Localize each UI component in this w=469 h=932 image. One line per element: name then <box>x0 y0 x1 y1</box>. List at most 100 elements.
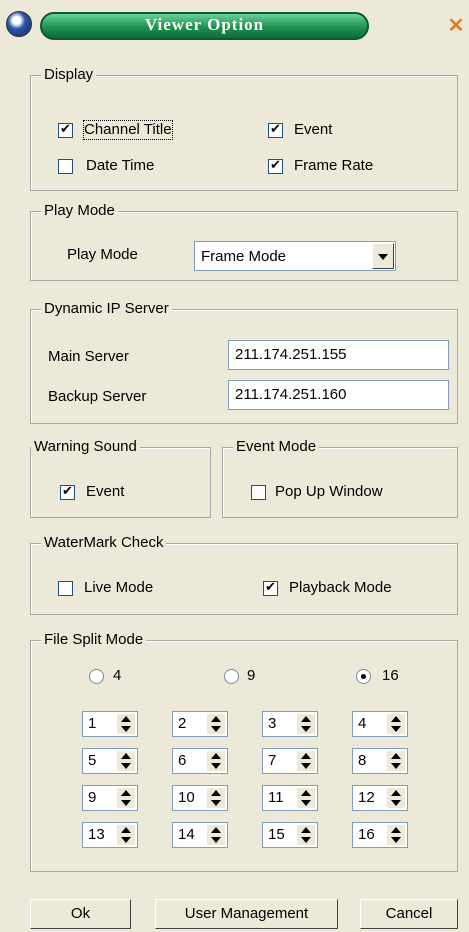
spinner-value: 13 <box>88 826 105 843</box>
channel-spinner[interactable]: 2 <box>172 711 228 737</box>
dynamic-ip-legend: Dynamic IP Server <box>41 300 172 318</box>
channel-spinner[interactable]: 8 <box>352 748 408 774</box>
channel-spinner[interactable]: 12 <box>352 785 408 811</box>
spin-up-icon[interactable] <box>297 788 315 798</box>
watermark-group: WaterMark Check Live Mode Playback Mode <box>30 534 458 615</box>
spin-up-icon[interactable] <box>297 714 315 724</box>
spinner-value: 15 <box>268 826 285 843</box>
channel-spinner[interactable]: 4 <box>352 711 408 737</box>
spin-down-icon[interactable] <box>117 798 135 808</box>
spinner-arrows[interactable] <box>117 825 135 845</box>
spin-down-icon[interactable] <box>207 798 225 808</box>
display-legend: Display <box>41 66 97 84</box>
spinner-arrows[interactable] <box>387 825 405 845</box>
channel-spinner[interactable]: 16 <box>352 822 408 848</box>
event-mode-group: Event Mode Pop Up Window <box>222 438 458 518</box>
split-4-radio[interactable] <box>89 669 104 684</box>
spin-down-icon[interactable] <box>297 798 315 808</box>
popup-window-checkbox[interactable] <box>251 485 266 500</box>
file-split-legend: File Split Mode <box>41 631 147 649</box>
warning-event-checkbox[interactable] <box>60 483 75 501</box>
playback-mode-checkbox[interactable] <box>263 579 278 597</box>
spin-down-icon[interactable] <box>387 835 405 845</box>
spin-up-icon[interactable] <box>387 788 405 798</box>
spin-down-icon[interactable] <box>297 761 315 771</box>
spin-up-icon[interactable] <box>207 788 225 798</box>
spinner-arrows[interactable] <box>387 714 405 734</box>
spin-down-icon[interactable] <box>117 724 135 734</box>
channel-title-checkbox[interactable] <box>58 121 73 139</box>
user-management-button[interactable]: User Management <box>155 899 338 929</box>
spin-down-icon[interactable] <box>207 724 225 734</box>
spin-down-icon[interactable] <box>297 835 315 845</box>
spin-up-icon[interactable] <box>117 825 135 835</box>
spinner-arrows[interactable] <box>207 825 225 845</box>
spin-up-icon[interactable] <box>297 751 315 761</box>
channel-spinner[interactable]: 5 <box>82 748 138 774</box>
spin-down-icon[interactable] <box>117 835 135 845</box>
spin-down-icon[interactable] <box>387 724 405 734</box>
ok-button[interactable]: Ok <box>30 899 131 929</box>
popup-window-label: Pop Up Window <box>275 483 383 500</box>
spin-down-icon[interactable] <box>387 798 405 808</box>
close-icon[interactable]: ✕ <box>446 16 466 36</box>
channel-spinner[interactable]: 7 <box>262 748 318 774</box>
spinner-arrows[interactable] <box>117 714 135 734</box>
main-server-value: 211.174.251.155 <box>235 346 347 363</box>
spin-up-icon[interactable] <box>297 825 315 835</box>
split-16-radio[interactable] <box>356 669 371 684</box>
channel-spinner[interactable]: 15 <box>262 822 318 848</box>
spinner-value: 10 <box>178 789 195 806</box>
spin-up-icon[interactable] <box>207 825 225 835</box>
spinner-arrows[interactable] <box>207 788 225 808</box>
spin-up-icon[interactable] <box>117 714 135 724</box>
event-checkbox[interactable] <box>268 121 283 139</box>
spin-up-icon[interactable] <box>117 788 135 798</box>
spinner-arrows[interactable] <box>297 825 315 845</box>
cancel-button[interactable]: Cancel <box>360 899 458 929</box>
spinner-value: 14 <box>178 826 195 843</box>
play-mode-select[interactable]: Frame Mode <box>194 241 396 271</box>
spinner-arrows[interactable] <box>117 788 135 808</box>
spinner-arrows[interactable] <box>387 751 405 771</box>
split-9-radio[interactable] <box>224 669 239 684</box>
spinner-arrows[interactable] <box>207 751 225 771</box>
spinner-arrows[interactable] <box>387 788 405 808</box>
spin-up-icon[interactable] <box>387 714 405 724</box>
split-9-label: 9 <box>247 667 256 684</box>
spin-up-icon[interactable] <box>387 751 405 761</box>
spin-down-icon[interactable] <box>387 761 405 771</box>
frame-rate-checkbox[interactable] <box>268 157 283 175</box>
spin-down-icon[interactable] <box>117 761 135 771</box>
spin-up-icon[interactable] <box>387 825 405 835</box>
spinner-arrows[interactable] <box>207 714 225 734</box>
spin-down-icon[interactable] <box>207 761 225 771</box>
main-server-label: Main Server <box>48 348 129 365</box>
channel-spinner[interactable]: 13 <box>82 822 138 848</box>
spinner-value: 1 <box>88 715 97 732</box>
spin-down-icon[interactable] <box>207 835 225 845</box>
spinner-arrows[interactable] <box>297 751 315 771</box>
spinner-arrows[interactable] <box>297 788 315 808</box>
live-mode-checkbox[interactable] <box>58 581 73 596</box>
play-mode-label: Play Mode <box>67 246 138 263</box>
channel-spinner[interactable]: 10 <box>172 785 228 811</box>
channel-spinner[interactable]: 1 <box>82 711 138 737</box>
main-server-field[interactable]: 211.174.251.155 <box>228 340 449 370</box>
backup-server-field[interactable]: 211.174.251.160 <box>228 380 449 410</box>
spin-up-icon[interactable] <box>117 751 135 761</box>
spinner-arrows[interactable] <box>117 751 135 771</box>
backup-server-label: Backup Server <box>48 388 147 405</box>
date-time-checkbox[interactable] <box>58 159 73 174</box>
spin-down-icon[interactable] <box>297 724 315 734</box>
channel-spinner[interactable]: 9 <box>82 785 138 811</box>
event-label: Event <box>294 121 333 138</box>
channel-spinner[interactable]: 14 <box>172 822 228 848</box>
spin-up-icon[interactable] <box>207 714 225 724</box>
chevron-down-icon[interactable] <box>372 243 394 269</box>
channel-spinner[interactable]: 3 <box>262 711 318 737</box>
spin-up-icon[interactable] <box>207 751 225 761</box>
channel-spinner[interactable]: 11 <box>262 785 318 811</box>
spinner-arrows[interactable] <box>297 714 315 734</box>
channel-spinner[interactable]: 6 <box>172 748 228 774</box>
